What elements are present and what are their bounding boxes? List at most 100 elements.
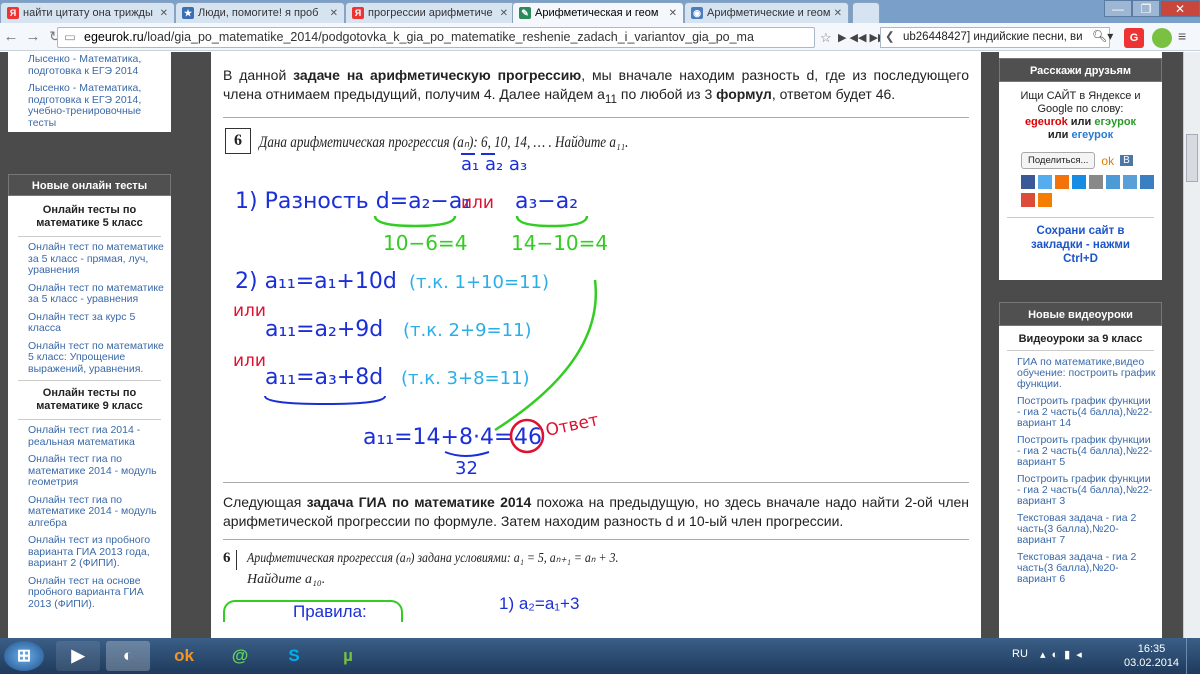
video-link[interactable]: Текстовая задача - гиа 2 часть(3 балла),… — [999, 549, 1162, 588]
sidebar-link[interactable]: Онлайн тест из пробного варианта ГИА 201… — [8, 532, 171, 573]
vk-icon[interactable]: В — [1120, 155, 1133, 166]
grade9-subheading: Онлайн тесты по математике 9 класс — [36, 387, 143, 412]
hw-calc2: 14−10=4 — [511, 231, 608, 255]
hw-line1b: a₃−a₂ — [515, 189, 578, 214]
left-sidebar: Лысенко - Математика, подготовка к ЕГЭ 2… — [0, 52, 179, 638]
evernote-icon[interactable] — [1152, 28, 1172, 48]
url-path: /load/gia_po_matematike_2014/podgotovka_… — [143, 30, 754, 44]
keywords: egeurok или егэурок — [1024, 116, 1137, 128]
task2-question: Найдите a₁₀. — [247, 571, 326, 587]
sidebar-link[interactable]: Онлайн тест за курс 5 класса — [8, 309, 171, 338]
hw-line4: a₁₁=a₃+8d — [265, 365, 383, 390]
tab-strip: Янайти цитату она трижды ✕ ★ Люди, помогит… — [0, 0, 1200, 23]
sidebar-link[interactable]: Онлайн тест гиа по математике 2014 - мод… — [8, 492, 171, 533]
menu-icon[interactable]: ≡ — [1178, 28, 1186, 44]
odnoklassniki-app-icon[interactable]: ok — [162, 641, 206, 671]
facebook-icon[interactable] — [1021, 175, 1035, 189]
twitter-icon[interactable] — [1038, 175, 1052, 189]
main-content: В данной задаче на арифметическую прогре… — [211, 52, 981, 638]
close-tab-icon[interactable]: ✕ — [160, 8, 168, 19]
video-link[interactable]: Построить график функции - гиа 2 часть(4… — [999, 471, 1162, 510]
video-link[interactable]: Текстовая задача - гиа 2 часть(3 балла),… — [999, 510, 1162, 549]
video-link[interactable]: Построить график функции - гиа 2 часть(4… — [999, 393, 1162, 432]
start-button[interactable]: ⊞ — [4, 641, 44, 671]
hw-note3: (т.к. 2+9=11) — [403, 320, 532, 341]
show-desktop-button[interactable] — [1186, 638, 1200, 674]
bookmark-tip: Сохрани сайт в закладки - нажми Ctrl+D — [1031, 225, 1130, 265]
language-indicator[interactable]: RU — [1012, 648, 1028, 660]
hw-line3: a₁₁=a₂+9d — [265, 317, 383, 342]
tab-3[interactable]: Япрогрессии арифметиче ✕ — [345, 2, 515, 23]
hw-under: 32 — [455, 458, 478, 479]
clock[interactable]: 16:35 03.02.2014 — [1124, 642, 1179, 670]
minimize-button[interactable]: — — [1104, 0, 1132, 17]
tray-icons[interactable]: ▴◐▮◂ — [1040, 648, 1088, 661]
scrollbar-thumb[interactable] — [1186, 134, 1198, 182]
new-tab-button[interactable] — [852, 2, 880, 23]
blogger-icon[interactable] — [1038, 193, 1052, 207]
hw-ili-3: или — [233, 351, 266, 371]
icq-icon[interactable]: @ — [218, 641, 262, 671]
hw-answer: a₁₁=14+8·4= — [363, 425, 512, 450]
search-icon[interactable]: 🔍︎▾ — [1092, 29, 1113, 43]
hw-otvet: Ответ — [544, 410, 601, 441]
hw-line2: 2) a₁₁=a₁+10d — [235, 269, 397, 294]
share-button[interactable]: Поделиться... — [1021, 152, 1096, 169]
back-icon[interactable]: ← — [0, 28, 22, 45]
odnoklassniki-icon[interactable] — [1055, 175, 1069, 189]
page-viewport: Лысенко - Математика, подготовка к ЕГЭ 2… — [0, 52, 1200, 638]
sidebar-link[interactable]: Лысенко - Математика, подготовка к ЕГЭ 2… — [8, 53, 171, 80]
task-image-1: 6 Дана арифметическая прогрессия (aₙ): 6… — [225, 126, 969, 482]
share-heading: Расскажи друзьям — [999, 58, 1162, 82]
sidebar-link[interactable]: Онлайн тест на основе пробного варианта … — [8, 573, 171, 614]
bookmark-icon[interactable] — [1089, 175, 1103, 189]
video-link[interactable]: Построить график функции - гиа 2 часть(4… — [999, 432, 1162, 471]
odnoklassniki-icon[interactable]: ok — [1101, 154, 1114, 168]
settings-icon[interactable] — [1140, 175, 1154, 189]
livejournal-icon[interactable] — [1106, 175, 1120, 189]
close-tab-icon[interactable]: ✕ — [500, 8, 508, 19]
googleplus-icon[interactable] — [1021, 193, 1035, 207]
task-number-2: 6 — [223, 549, 237, 570]
video-link[interactable]: ГИА по математике,видео обучение: постро… — [999, 354, 1162, 393]
tab-label: Арифметические и геом — [707, 7, 830, 19]
media-player-icon[interactable]: ▶ — [56, 641, 100, 671]
hw-line1: 1) Разность d=a₂−a₁ — [235, 189, 471, 214]
browser-icon[interactable]: ◐ — [106, 641, 150, 671]
close-tab-icon[interactable]: ✕ — [834, 8, 842, 19]
search-arrow-icon: ❮ — [885, 31, 895, 43]
close-tab-icon[interactable]: ✕ — [669, 8, 677, 19]
tab-4-active[interactable]: ✎ Арифметическая и геом ✕ — [512, 2, 684, 23]
handwritten-solution: a₁ a₂ a₃ 1) Разность d=a₂−a₁ или a₃−a₂ 1… — [233, 152, 608, 479]
tab-1[interactable]: Янайти цитату она трижды ✕ — [0, 2, 175, 23]
yandex-icon: Я — [352, 7, 364, 19]
address-bar[interactable]: ▭ egeurok.ru/load/gia_po_matematike_2014/… — [57, 27, 815, 48]
sidebar-link[interactable]: Онлайн тест по математике за 5 класс - у… — [8, 280, 171, 309]
mailru-icon[interactable] — [1072, 175, 1086, 189]
sidebar-link[interactable]: Лысенко - Математика, подготовка к ЕГЭ 2… — [8, 80, 171, 132]
close-window-button[interactable]: ✕ — [1160, 0, 1200, 17]
sidebar-link[interactable]: Онлайн тест по математике за 5 класс - п… — [8, 239, 171, 280]
bookmark-star-icon[interactable]: ☆ — [820, 30, 832, 46]
vertical-scrollbar[interactable] — [1183, 52, 1200, 638]
second-paragraph: Следующая задача ГИА по математике 2014 … — [223, 493, 970, 529]
tab-2[interactable]: ★ Люди, помогите! я проб ✕ — [175, 2, 345, 23]
maximize-button[interactable]: ❐ — [1132, 0, 1160, 17]
sidebar-link[interactable]: Онлайн тест гиа 2014 - реальная математи… — [8, 422, 171, 451]
url-domain: egeurok.ru — [84, 30, 144, 44]
hw-ili-1: или — [461, 193, 494, 213]
search-input[interactable]: ❮ ub26448427] индийские песни, ви — [880, 27, 1110, 48]
hw-note4: (т.к. 3+8=11) — [401, 368, 530, 389]
myworld-icon[interactable] — [1123, 175, 1137, 189]
close-tab-icon[interactable]: ✕ — [330, 8, 338, 19]
forward-icon[interactable]: → — [22, 28, 44, 45]
sidebar-link[interactable]: Онлайн тест по математике 5 класс: Упрощ… — [8, 338, 171, 379]
video-subheading: Видеоуроки за 9 класс — [1018, 333, 1143, 345]
sidebar-link[interactable]: Онлайн тест гиа по математике 2014 - мод… — [8, 451, 171, 492]
tab-5[interactable]: ◉ Арифметические и геом ✕ — [684, 2, 849, 23]
grade5-subheading: Онлайн тесты по математике 5 класс — [36, 204, 143, 229]
tab-label: прогрессии арифметиче — [368, 7, 493, 19]
extension-icon[interactable]: G — [1124, 28, 1144, 48]
skype-icon[interactable]: S — [272, 641, 316, 671]
utorrent-icon[interactable]: µ — [326, 641, 370, 671]
